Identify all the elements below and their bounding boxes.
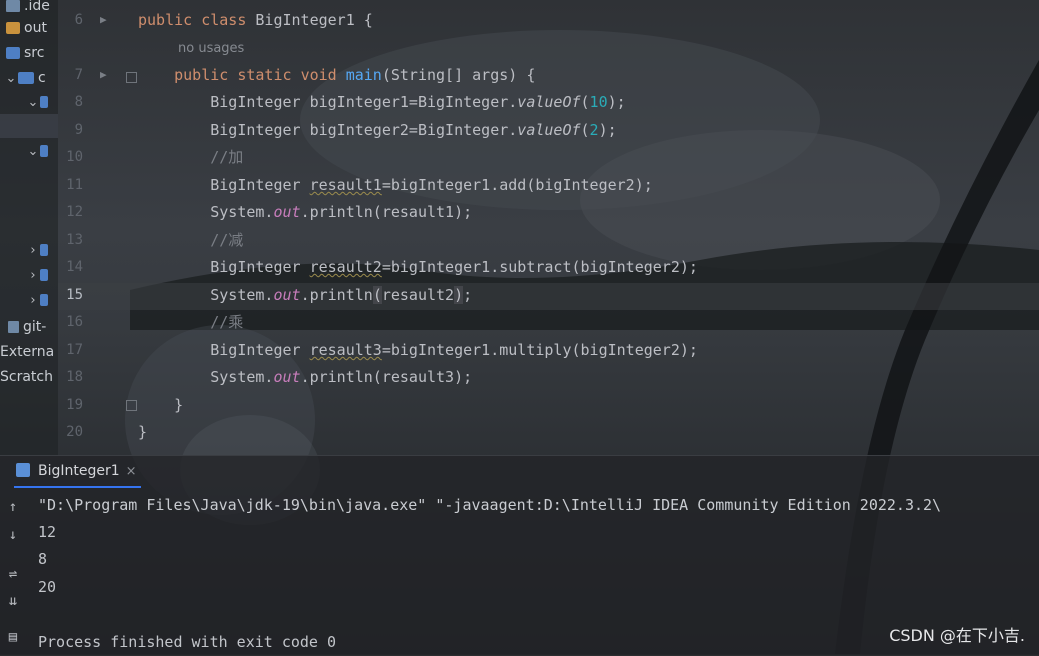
package-icon bbox=[40, 269, 48, 281]
console-output-line: 12 bbox=[38, 523, 57, 541]
tree-item-git[interactable]: git- bbox=[8, 315, 46, 339]
code-line-14: BigInteger resault2=bigInteger1.subtract… bbox=[210, 258, 698, 276]
code-line-16: //乘 bbox=[210, 313, 244, 331]
code-line-15: System.out.println(resault2); bbox=[210, 286, 473, 304]
package-icon bbox=[40, 244, 48, 256]
editor-gutter: 6 7 8 9 10 11 12 13 14 15 16 17 18 19 20… bbox=[58, 0, 137, 455]
code-line-9: BigInteger bigInteger2=BigInteger.valueO… bbox=[210, 121, 617, 139]
line-number: 11 bbox=[66, 177, 83, 193]
code-line-20: } bbox=[138, 423, 148, 441]
close-icon[interactable]: × bbox=[126, 464, 137, 479]
chevron-down-icon[interactable]: ⌄ bbox=[26, 140, 40, 164]
watermark: CSDN @在下小吉. bbox=[889, 626, 1025, 645]
tree-item-collapsed[interactable]: › bbox=[26, 288, 52, 312]
line-number: 9 bbox=[74, 122, 83, 138]
run-gutter-icon[interactable]: ▶ bbox=[100, 13, 107, 26]
package-icon bbox=[40, 145, 48, 157]
line-number: 8 bbox=[74, 94, 83, 110]
code-line-13: //减 bbox=[210, 231, 244, 249]
folder-icon bbox=[6, 22, 20, 34]
tree-item-external-libraries[interactable]: Externa bbox=[0, 340, 54, 364]
code-line-18: System.out.println(resault3); bbox=[210, 368, 473, 386]
tree-item-subpackage[interactable]: ⌄ bbox=[26, 90, 52, 114]
chevron-down-icon[interactable]: ⌄ bbox=[4, 67, 18, 91]
console-output-line: 20 bbox=[38, 578, 57, 596]
tree-item-scratches[interactable]: Scratch bbox=[0, 365, 53, 389]
chevron-down-icon[interactable]: ⌄ bbox=[26, 91, 40, 115]
arrow-up-icon[interactable]: ↑ bbox=[3, 498, 23, 516]
tree-selection-highlight bbox=[0, 114, 58, 138]
code-line-8: BigInteger bigInteger1=BigInteger.valueO… bbox=[210, 93, 626, 111]
code-line-7: public static void main(String[] args) { bbox=[174, 66, 536, 84]
line-number: 10 bbox=[66, 149, 83, 165]
run-tab-bar: BigInteger1 × bbox=[0, 456, 1039, 488]
tree-item-out[interactable]: out bbox=[6, 16, 47, 40]
chevron-right-icon[interactable]: › bbox=[26, 264, 40, 288]
console-exit-message: Process finished with exit code 0 bbox=[38, 633, 337, 651]
line-number-active: 15 bbox=[66, 287, 83, 303]
chevron-right-icon[interactable]: › bbox=[26, 239, 40, 263]
file-icon bbox=[8, 321, 19, 333]
run-config-icon bbox=[16, 463, 30, 477]
code-line-12: System.out.println(resault1); bbox=[210, 203, 473, 221]
project-tree-panel: .ide out src ⌄ c ⌄ ⌄ › › › git- Externa S… bbox=[0, 0, 58, 455]
code-line-11: BigInteger resault1=bigInteger1.add(bigI… bbox=[210, 176, 653, 194]
code-editor[interactable]: public class BigInteger1 { no usages pub… bbox=[132, 0, 1039, 455]
soft-wrap-icon[interactable]: ⇌ bbox=[3, 565, 23, 583]
print-icon[interactable]: ▤ bbox=[3, 628, 23, 646]
console-output-line: 8 bbox=[38, 550, 48, 568]
tree-item-subpackage[interactable]: ⌄ bbox=[26, 139, 52, 163]
chevron-right-icon[interactable]: › bbox=[26, 289, 40, 313]
line-number: 20 bbox=[66, 424, 83, 440]
tree-item-src[interactable]: src bbox=[6, 41, 44, 65]
usages-hint[interactable]: no usages bbox=[178, 35, 244, 62]
console-command-line: "D:\Program Files\Java\jdk-19\bin\java.e… bbox=[38, 496, 942, 514]
line-number: 7 bbox=[74, 67, 83, 83]
line-number: 18 bbox=[66, 369, 83, 385]
run-gutter-icon[interactable]: ▶ bbox=[100, 68, 107, 81]
arrow-down-icon[interactable]: ↓ bbox=[3, 526, 23, 544]
package-icon bbox=[40, 96, 48, 108]
code-line-10: //加 bbox=[210, 148, 244, 166]
folder-icon bbox=[6, 0, 20, 12]
scroll-to-end-icon[interactable]: ⇊ bbox=[3, 592, 23, 610]
code-line-19: } bbox=[174, 396, 184, 414]
code-line-17: BigInteger resault3=bigInteger1.multiply… bbox=[210, 341, 698, 359]
line-number: 16 bbox=[66, 314, 83, 330]
line-number: 12 bbox=[66, 204, 83, 220]
package-icon bbox=[40, 294, 48, 306]
line-number: 13 bbox=[66, 232, 83, 248]
tree-item-collapsed[interactable]: › bbox=[26, 238, 52, 262]
tree-item-collapsed[interactable]: › bbox=[26, 263, 52, 287]
line-number: 19 bbox=[66, 397, 83, 413]
line-number: 14 bbox=[66, 259, 83, 275]
line-number: 17 bbox=[66, 342, 83, 358]
folder-icon bbox=[6, 47, 20, 59]
tree-item-package[interactable]: ⌄ c bbox=[4, 66, 46, 90]
package-icon bbox=[18, 72, 34, 84]
run-side-toolbar: ↑ ↓ ⇌ ⇊ ▤ bbox=[0, 492, 26, 655]
run-tool-window: BigInteger1 × ↑ ↓ ⇌ ⇊ ▤ "D:\Program Files… bbox=[0, 455, 1039, 655]
run-tab[interactable]: BigInteger1 × bbox=[14, 456, 141, 488]
code-line-6: public class BigInteger1 { bbox=[138, 11, 373, 29]
line-number: 6 bbox=[74, 12, 83, 28]
